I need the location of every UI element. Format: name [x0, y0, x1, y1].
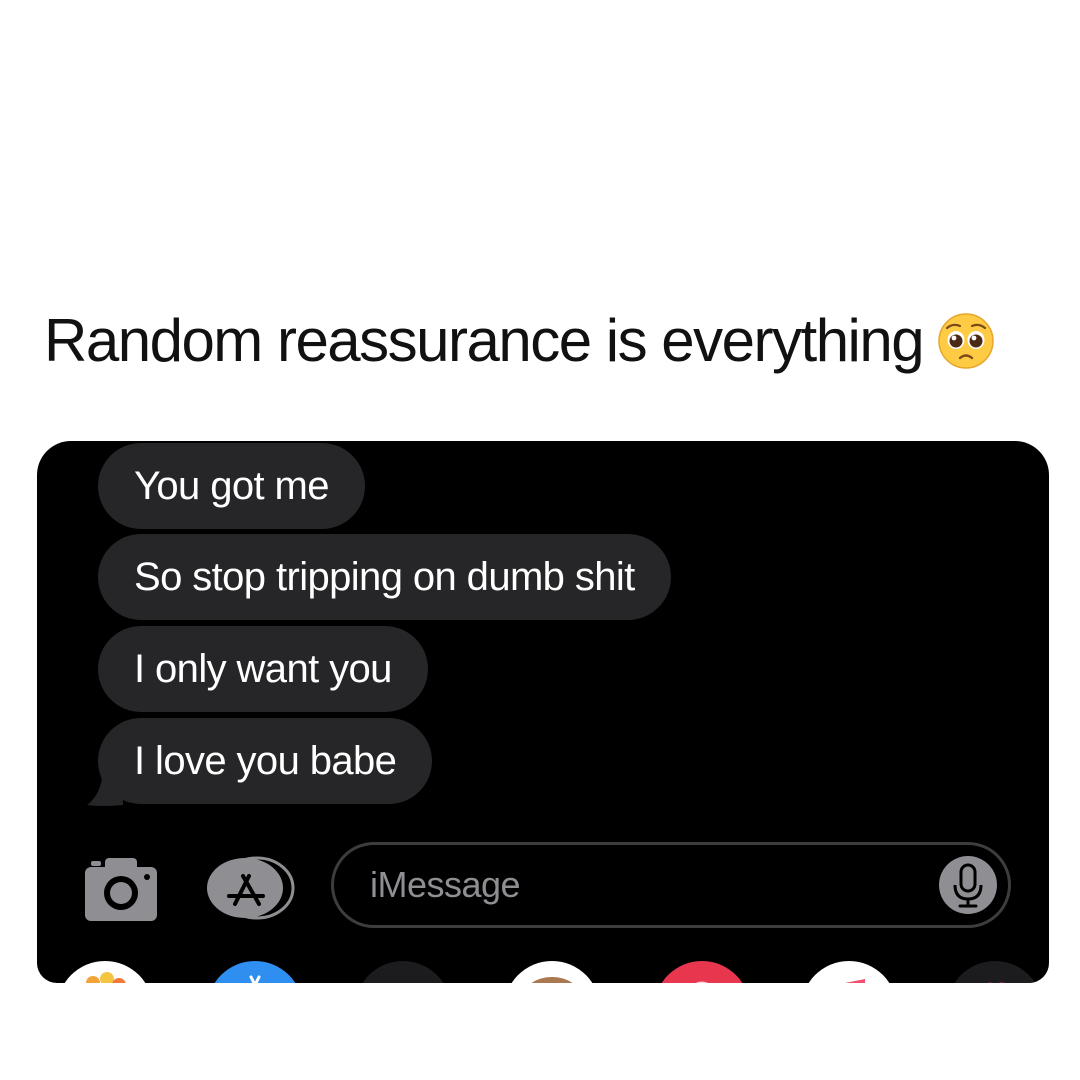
message-bubble[interactable]: I love you babe — [98, 718, 433, 804]
post-caption: Random reassurance is everything — [44, 306, 995, 375]
imessage-input-field[interactable]: iMessage — [331, 842, 1011, 928]
dark-app-icon[interactable] — [355, 961, 451, 983]
music-app-icon[interactable] — [801, 961, 897, 983]
memoji-app-icon[interactable] — [504, 961, 600, 983]
photos-app-icon[interactable] — [57, 961, 153, 983]
caption-text: Random reassurance is everything — [44, 307, 925, 374]
message-bubble[interactable]: I only want you — [98, 626, 428, 712]
message-bubble[interactable]: So stop tripping on dumb shit — [98, 534, 671, 620]
microphone-icon[interactable] — [938, 855, 998, 915]
app-store-app-icon[interactable] — [207, 961, 303, 983]
imessage-screenshot: You got me So stop tripping on dumb shit… — [37, 441, 1049, 983]
pleading-face-emoji-icon — [937, 312, 995, 370]
camera-icon[interactable] — [85, 855, 157, 921]
message-bubble[interactable]: You got me — [98, 443, 365, 529]
app-store-icon[interactable] — [205, 856, 295, 920]
digital-touch-app-icon[interactable] — [947, 961, 1043, 983]
search-images-app-icon[interactable] — [654, 961, 750, 983]
input-placeholder: iMessage — [370, 864, 521, 905]
